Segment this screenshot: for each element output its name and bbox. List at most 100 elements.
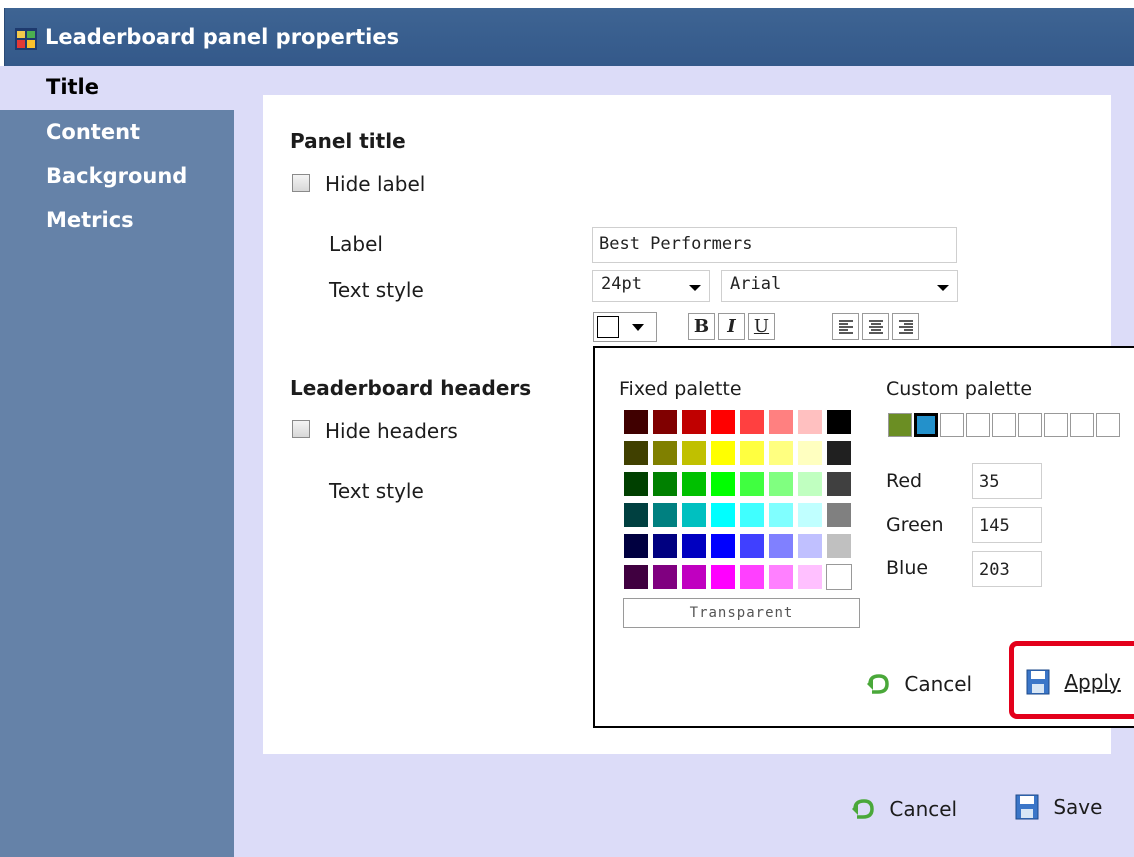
palette-swatch[interactable]	[710, 533, 736, 559]
custom-palette-swatch[interactable]	[1070, 413, 1094, 437]
palette-swatch[interactable]	[623, 533, 649, 559]
palette-swatch[interactable]	[652, 533, 678, 559]
palette-swatch[interactable]	[652, 471, 678, 497]
palette-swatch[interactable]	[739, 564, 765, 590]
blue-input[interactable]: 203	[972, 551, 1042, 587]
custom-palette-swatch[interactable]	[1096, 413, 1120, 437]
palette-swatch[interactable]	[623, 471, 649, 497]
align-center-icon	[868, 320, 883, 334]
sidebar-item-background[interactable]: Background	[46, 164, 187, 188]
palette-swatch[interactable]	[623, 409, 649, 435]
palette-swatch[interactable]	[652, 440, 678, 466]
custom-palette-swatch[interactable]	[940, 413, 964, 437]
title-text-style-caption: Text style	[329, 278, 424, 302]
palette-swatch[interactable]	[710, 409, 736, 435]
custom-palette-swatch[interactable]	[992, 413, 1016, 437]
palette-swatch[interactable]	[652, 564, 678, 590]
palette-swatch[interactable]	[768, 440, 794, 466]
palette-swatch[interactable]	[826, 533, 852, 559]
bold-button[interactable]: B	[688, 313, 715, 340]
sidebar-item-metrics[interactable]: Metrics	[46, 208, 134, 232]
palette-swatch[interactable]	[826, 440, 852, 466]
custom-palette-swatch[interactable]	[966, 413, 990, 437]
headers-text-style-caption: Text style	[329, 479, 424, 503]
footer-cancel-button[interactable]: Cancel	[851, 795, 957, 821]
hide-label-checkbox[interactable]	[292, 174, 310, 192]
fixed-palette-grid	[623, 409, 858, 596]
palette-swatch[interactable]	[768, 564, 794, 590]
palette-swatch[interactable]	[826, 409, 852, 435]
palette-swatch[interactable]	[623, 440, 649, 466]
palette-swatch[interactable]	[826, 564, 852, 590]
popup-cancel-label: Cancel	[904, 671, 973, 696]
palette-swatch[interactable]	[681, 502, 707, 528]
footer-save-button[interactable]: Save	[1015, 793, 1102, 820]
palette-swatch[interactable]	[797, 533, 823, 559]
label-input[interactable]: Best Performers	[592, 227, 957, 263]
hide-headers-checkbox[interactable]	[292, 420, 310, 438]
align-center-button[interactable]	[862, 313, 889, 340]
hide-headers-caption: Hide headers	[325, 419, 458, 443]
align-left-icon	[838, 320, 853, 334]
palette-swatch[interactable]	[797, 440, 823, 466]
undo-arrow-icon	[867, 673, 889, 694]
undo-arrow-icon	[852, 798, 874, 819]
font-size-value: 24pt	[601, 274, 642, 294]
popup-cancel-button[interactable]: Cancel	[866, 670, 972, 696]
palette-swatch[interactable]	[739, 533, 765, 559]
palette-swatch[interactable]	[797, 564, 823, 590]
palette-swatch[interactable]	[681, 533, 707, 559]
blue-label: Blue	[886, 557, 929, 579]
palette-swatch[interactable]	[797, 502, 823, 528]
palette-swatch[interactable]	[681, 440, 707, 466]
window-title: Leaderboard panel properties	[45, 25, 400, 49]
palette-swatch[interactable]	[768, 533, 794, 559]
palette-swatch[interactable]	[710, 564, 736, 590]
palette-swatch[interactable]	[710, 440, 736, 466]
palette-swatch[interactable]	[768, 409, 794, 435]
green-input[interactable]: 145	[972, 507, 1042, 543]
palette-swatch[interactable]	[826, 471, 852, 497]
sidebar-item-content[interactable]: Content	[46, 120, 140, 144]
palette-swatch[interactable]	[710, 471, 736, 497]
custom-palette-row	[888, 413, 1134, 439]
palette-swatch[interactable]	[652, 502, 678, 528]
fixed-palette-label: Fixed palette	[619, 378, 742, 400]
custom-palette-swatch[interactable]	[1044, 413, 1068, 437]
palette-swatch[interactable]	[797, 409, 823, 435]
align-right-button[interactable]	[892, 313, 919, 340]
palette-swatch[interactable]	[739, 502, 765, 528]
palette-swatch[interactable]	[826, 502, 852, 528]
custom-palette-swatch[interactable]	[1018, 413, 1042, 437]
sidebar-item-title[interactable]: Title	[46, 75, 99, 99]
font-family-select[interactable]: Arial	[721, 270, 958, 302]
red-input[interactable]: 35	[972, 463, 1042, 499]
font-size-select[interactable]: 24pt	[592, 270, 710, 302]
palette-swatch[interactable]	[623, 564, 649, 590]
palette-swatch[interactable]	[681, 564, 707, 590]
red-label: Red	[886, 470, 923, 492]
custom-palette-swatch[interactable]	[914, 413, 938, 437]
label-caption: Label	[329, 232, 383, 256]
title-bar-background: Leaderboard panel properties	[4, 8, 1134, 66]
save-disk-icon	[1015, 794, 1039, 819]
palette-swatch[interactable]	[710, 502, 736, 528]
palette-swatch[interactable]	[739, 440, 765, 466]
align-left-button[interactable]	[832, 313, 859, 340]
palette-swatch[interactable]	[768, 502, 794, 528]
palette-swatch[interactable]	[681, 409, 707, 435]
hide-label-caption: Hide label	[325, 172, 426, 196]
palette-swatch[interactable]	[768, 471, 794, 497]
underline-button[interactable]: U	[748, 313, 775, 340]
palette-swatch[interactable]	[681, 471, 707, 497]
italic-button[interactable]: I	[718, 313, 745, 340]
chevron-down-icon	[689, 285, 701, 291]
text-color-picker-button[interactable]	[593, 312, 657, 342]
palette-swatch[interactable]	[739, 409, 765, 435]
palette-swatch[interactable]	[739, 471, 765, 497]
palette-swatch[interactable]	[797, 471, 823, 497]
custom-palette-swatch[interactable]	[888, 413, 912, 437]
palette-swatch[interactable]	[652, 409, 678, 435]
transparent-button[interactable]: Transparent	[623, 598, 860, 628]
palette-swatch[interactable]	[623, 502, 649, 528]
